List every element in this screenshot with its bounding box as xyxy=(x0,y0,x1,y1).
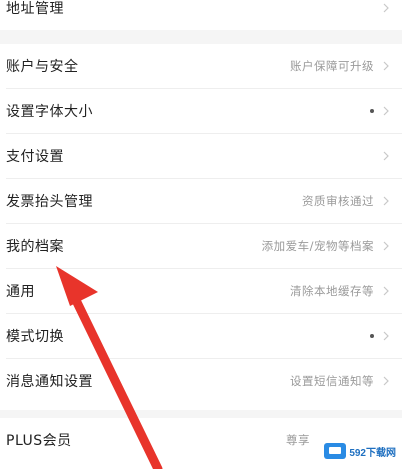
row-label: 我的档案 xyxy=(6,239,64,255)
chevron-right-icon xyxy=(374,237,390,256)
row-value: 设置短信通知等 xyxy=(290,374,374,388)
settings-row-notification[interactable]: 消息通知设置 设置短信通知等 xyxy=(0,359,402,403)
settings-row-mode-switch[interactable]: 模式切换 xyxy=(0,314,402,358)
chevron-right-icon xyxy=(374,327,390,346)
row-label: 模式切换 xyxy=(6,329,64,345)
row-label: 账户与安全 xyxy=(6,59,79,75)
chevron-right-icon xyxy=(374,147,390,166)
row-label: 消息通知设置 xyxy=(6,374,93,390)
settings-page: 地址管理 账户与安全 账户保障可升级 设置字体大小 支付设置 发票抬头管理 资质… xyxy=(0,0,402,469)
settings-row-font-size[interactable]: 设置字体大小 xyxy=(0,89,402,133)
row-label: 地址管理 xyxy=(6,1,64,17)
row-label: 设置字体大小 xyxy=(6,104,93,120)
chevron-right-icon xyxy=(374,372,390,391)
row-label: PLUS会员 xyxy=(6,433,72,449)
settings-row-payment[interactable]: 支付设置 xyxy=(0,134,402,178)
settings-row-account-security[interactable]: 账户与安全 账户保障可升级 xyxy=(0,44,402,88)
chevron-right-icon xyxy=(374,102,390,121)
row-label: 发票抬头管理 xyxy=(6,194,93,210)
row-value: 尊享 xyxy=(286,433,310,447)
chevron-right-icon xyxy=(374,192,390,211)
chevron-right-icon xyxy=(374,57,390,76)
row-value: 清除本地缓存等 xyxy=(290,284,374,298)
settings-row-my-profile[interactable]: 我的档案 添加爱车/宠物等档案 xyxy=(0,224,402,268)
settings-row-general[interactable]: 通用 清除本地缓存等 xyxy=(0,269,402,313)
row-label: 通用 xyxy=(6,284,35,300)
row-label: 支付设置 xyxy=(6,149,64,165)
row-value: 账户保障可升级 xyxy=(290,59,374,73)
site-logo-icon xyxy=(324,443,347,459)
chevron-right-icon xyxy=(374,0,390,18)
chevron-right-icon xyxy=(374,282,390,301)
watermark: 592下载网 xyxy=(320,441,400,461)
settings-row-invoice-title[interactable]: 发票抬头管理 资质审核通过 xyxy=(0,179,402,223)
row-value: 添加爱车/宠物等档案 xyxy=(261,239,374,253)
row-value: 资质审核通过 xyxy=(302,194,374,208)
settings-row-address[interactable]: 地址管理 xyxy=(0,0,402,30)
watermark-text: 592下载网 xyxy=(349,447,396,459)
